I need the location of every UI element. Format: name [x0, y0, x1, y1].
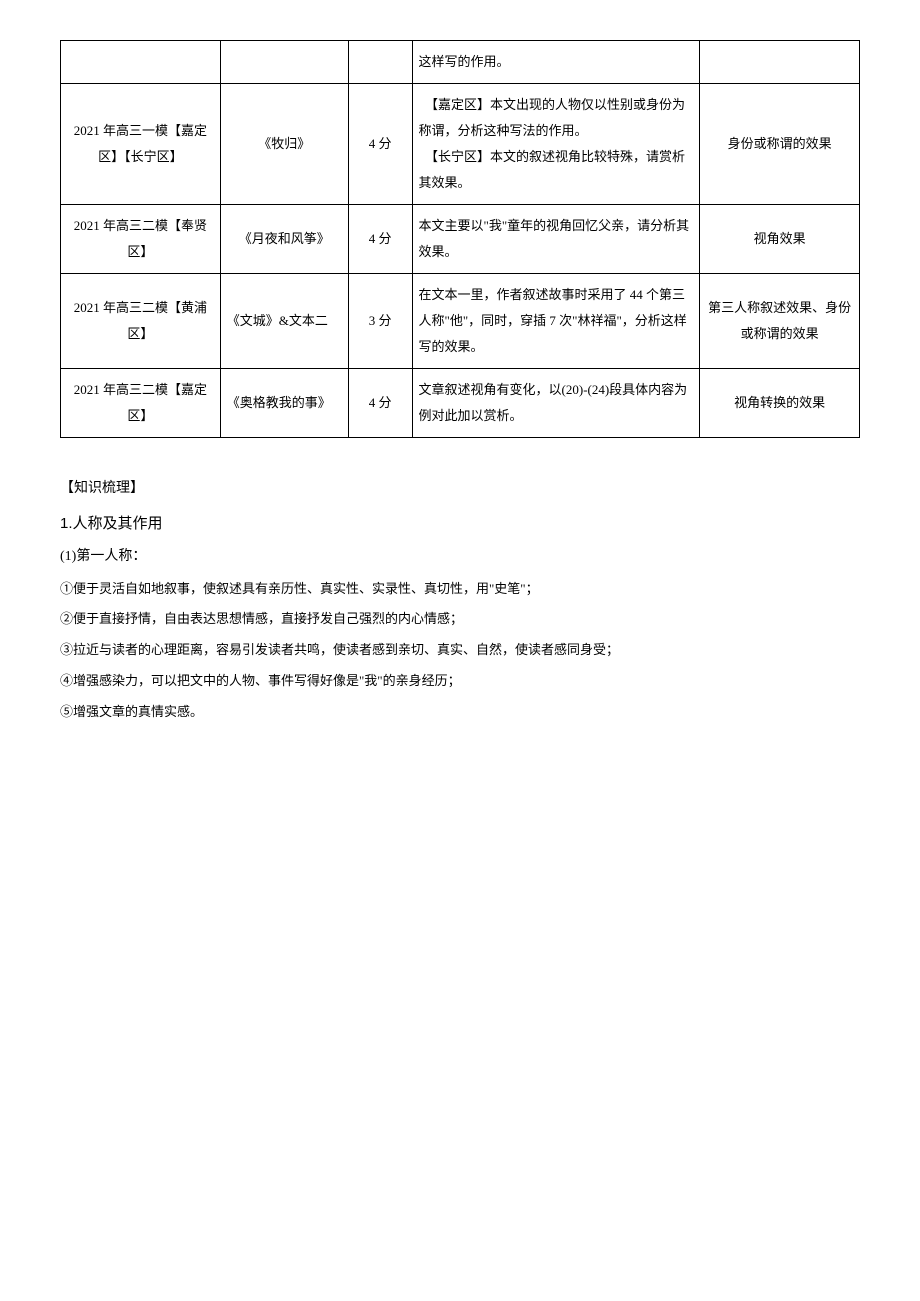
- cell-question-part-a: 【嘉定区】本文出现的人物仅以性别或身份为称谓，分析这种写法的作用。: [419, 92, 694, 144]
- cell-question: 本文主要以"我"童年的视角回忆父亲，请分析其效果。: [412, 205, 700, 274]
- cell-question: 文章叙述视角有变化，以(20)-(24)段具体内容为例对此加以赏析。: [412, 369, 700, 438]
- person-heading: 1.人称及其作用: [60, 512, 860, 536]
- cell-title: 《奥格教我的事》: [220, 369, 348, 438]
- cell-source: 2021 年高三二模【嘉定区】: [61, 369, 221, 438]
- first-person-heading: (1)第一人称：: [60, 546, 860, 568]
- table-row: 2021 年高三一模【嘉定区】【长宁区】 《牧归》 4 分 【嘉定区】本文出现的…: [61, 84, 860, 205]
- cell-score: 4 分: [348, 84, 412, 205]
- cell-type: [700, 41, 860, 84]
- table-row: 2021 年高三二模【奉贤区】 《月夜和风筝》 4 分 本文主要以"我"童年的视…: [61, 205, 860, 274]
- cell-title: [220, 41, 348, 84]
- cell-question: 这样写的作用。: [412, 41, 700, 84]
- cell-score: 3 分: [348, 274, 412, 369]
- cell-question-part-b: 【长宁区】本文的叙述视角比较特殊，请赏析其效果。: [419, 144, 694, 196]
- cell-source: [61, 41, 221, 84]
- list-item: ④增强感染力，可以把文中的人物、事件写得好像是"我"的亲身经历；: [60, 669, 860, 694]
- document-page: 这样写的作用。 2021 年高三一模【嘉定区】【长宁区】 《牧归》 4 分 【嘉…: [60, 40, 860, 724]
- list-item: ③拉近与读者的心理距离，容易引发读者共鸣，使读者感到亲切、真实、自然，使读者感同…: [60, 638, 860, 663]
- cell-score: [348, 41, 412, 84]
- list-item: ①便于灵活自如地叙事，使叙述具有亲历性、真实性、实录性、真切性，用"史笔"；: [60, 577, 860, 602]
- table-row: 2021 年高三二模【嘉定区】 《奥格教我的事》 4 分 文章叙述视角有变化，以…: [61, 369, 860, 438]
- cell-type: 第三人称叙述效果、身份或称谓的效果: [700, 274, 860, 369]
- table-row: 这样写的作用。: [61, 41, 860, 84]
- cell-type: 视角效果: [700, 205, 860, 274]
- cell-source: 2021 年高三二模【黄浦区】: [61, 274, 221, 369]
- cell-question: 在文本一里，作者叙述故事时采用了 44 个第三人称"他"，同时，穿插 7 次"林…: [412, 274, 700, 369]
- cell-title: 《月夜和风筝》: [220, 205, 348, 274]
- cell-title: 《牧归》: [220, 84, 348, 205]
- cell-source: 2021 年高三二模【奉贤区】: [61, 205, 221, 274]
- exam-table: 这样写的作用。 2021 年高三一模【嘉定区】【长宁区】 《牧归》 4 分 【嘉…: [60, 40, 860, 438]
- cell-type: 视角转换的效果: [700, 369, 860, 438]
- cell-source: 2021 年高三一模【嘉定区】【长宁区】: [61, 84, 221, 205]
- cell-type: 身份或称谓的效果: [700, 84, 860, 205]
- cell-score: 4 分: [348, 369, 412, 438]
- cell-question: 【嘉定区】本文出现的人物仅以性别或身份为称谓，分析这种写法的作用。 【长宁区】本…: [412, 84, 700, 205]
- table-row: 2021 年高三二模【黄浦区】 《文城》&文本二 3 分 在文本一里，作者叙述故…: [61, 274, 860, 369]
- list-item: ②便于直接抒情，自由表达思想情感，直接抒发自己强烈的内心情感；: [60, 607, 860, 632]
- cell-score: 4 分: [348, 205, 412, 274]
- list-item: ⑤增强文章的真情实感。: [60, 700, 860, 725]
- cell-title: 《文城》&文本二: [220, 274, 348, 369]
- knowledge-heading: 【知识梳理】: [60, 478, 860, 500]
